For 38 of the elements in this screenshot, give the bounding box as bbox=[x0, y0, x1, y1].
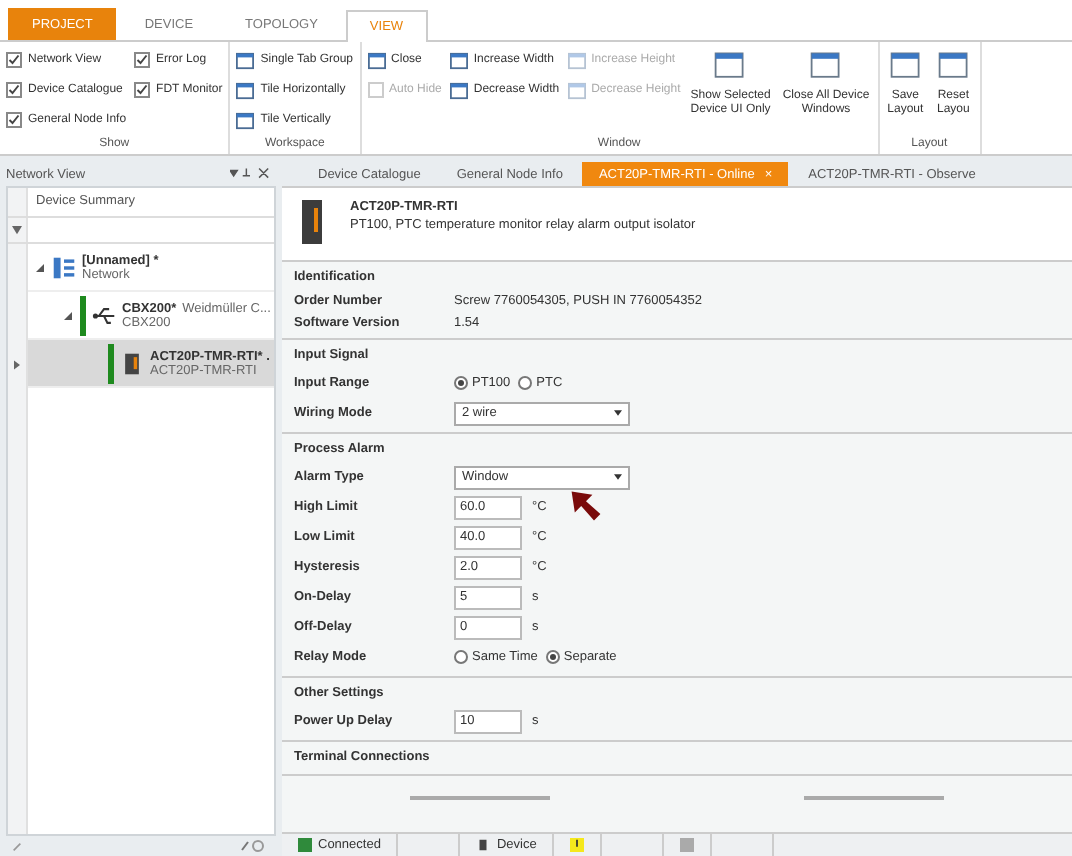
scrollbar[interactable] bbox=[804, 796, 945, 800]
window-icon bbox=[236, 111, 255, 129]
expander-icon[interactable] bbox=[64, 311, 72, 319]
row-pointer-icon bbox=[14, 359, 20, 369]
checkmark-icon bbox=[136, 54, 149, 66]
status-bar-marker bbox=[80, 295, 86, 335]
window-icon bbox=[567, 81, 586, 99]
device-icon bbox=[476, 838, 491, 852]
window-icon bbox=[236, 51, 255, 69]
device-module-icon bbox=[120, 351, 144, 375]
status-bar-marker bbox=[108, 343, 114, 383]
scrollbar[interactable] bbox=[409, 796, 550, 800]
window-icon bbox=[712, 48, 749, 84]
panel-controls-icon[interactable] bbox=[230, 168, 270, 180]
window-icon bbox=[449, 81, 468, 99]
warning-icon bbox=[570, 838, 585, 852]
window-icon bbox=[567, 51, 586, 69]
caret-icon bbox=[614, 410, 622, 416]
network-icon bbox=[52, 255, 76, 279]
filter-icon[interactable] bbox=[12, 225, 22, 235]
window-icon bbox=[807, 48, 844, 84]
stop-icon bbox=[680, 838, 695, 852]
window-icon bbox=[236, 81, 255, 99]
window-icon bbox=[367, 51, 386, 69]
window-icon bbox=[449, 51, 468, 69]
checkmark-icon bbox=[8, 114, 20, 126]
checkmark-icon bbox=[136, 84, 149, 96]
checkmark-icon bbox=[8, 54, 20, 66]
device-module-icon bbox=[298, 196, 326, 248]
caret-icon bbox=[614, 474, 622, 480]
usb-icon bbox=[92, 303, 116, 327]
window-icon bbox=[887, 48, 924, 84]
pencil-icon[interactable] bbox=[12, 841, 22, 851]
connection-icon bbox=[298, 838, 312, 852]
window-icon bbox=[935, 48, 972, 84]
expander-icon[interactable] bbox=[36, 263, 44, 271]
arrow-icon bbox=[570, 490, 602, 522]
checkmark-icon bbox=[8, 84, 20, 96]
